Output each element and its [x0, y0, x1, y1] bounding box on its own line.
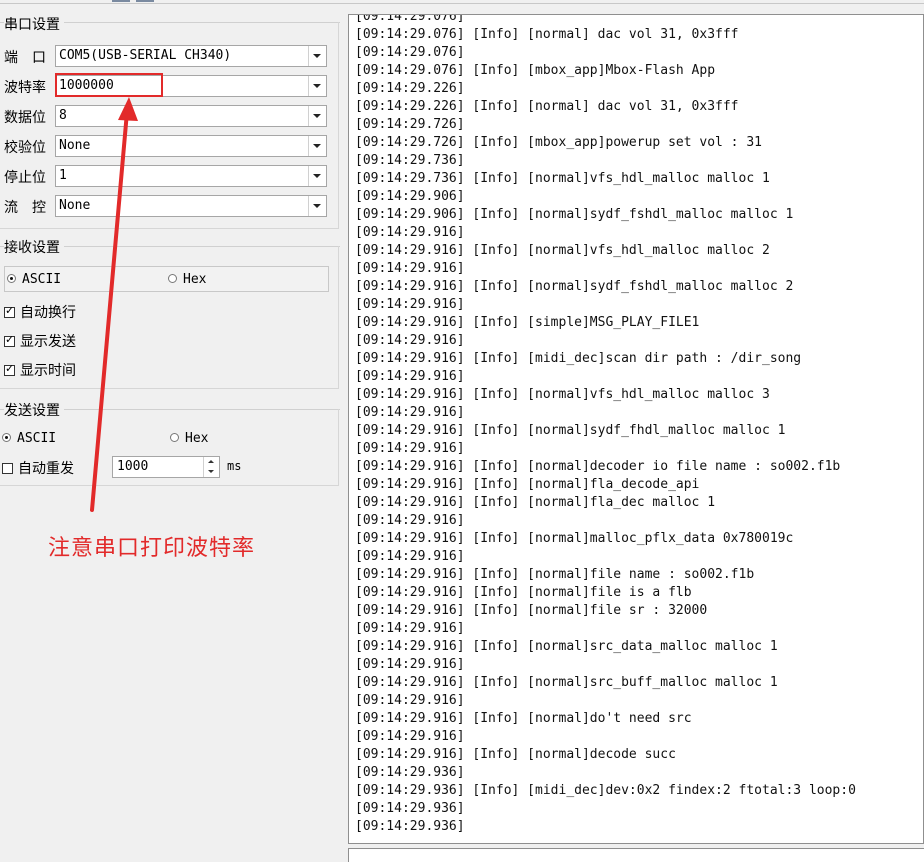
log-line: [09:14:29.916] [Info] [normal]file is a …	[355, 585, 692, 600]
log-line: [09:14:29.916]	[355, 657, 465, 672]
log-line: [09:14:29.906] [Info] [normal]sydf_fshdl…	[355, 207, 794, 222]
log-line: [09:14:29.916] [Info] [normal]sydf_fhdl_…	[355, 423, 786, 438]
log-line: [09:14:29.916] [Info] [simple]MSG_PLAY_F…	[355, 315, 700, 330]
log-line: [09:14:29.736] [Info] [normal]vfs_hdl_ma…	[355, 171, 770, 186]
log-line: [09:14:29.916]	[355, 333, 465, 348]
log-line: [09:14:29.936]	[355, 819, 465, 834]
log-line: [09:14:29.936]	[355, 801, 465, 816]
send-input-area[interactable]	[348, 848, 924, 862]
log-line: [09:14:29.076] [Info] [mbox_app]Mbox-Fla…	[355, 63, 716, 78]
log-line: [09:14:29.916] [Info] [normal]sydf_fshdl…	[355, 279, 794, 294]
log-line: [09:14:29.916]	[355, 261, 465, 276]
annotation-text: 注意串口打印波特率	[48, 536, 256, 561]
log-line: [09:14:29.916]	[355, 441, 465, 456]
log-line: [09:14:29.916]	[355, 225, 465, 240]
log-line: [09:14:29.906]	[355, 189, 465, 204]
log-line: [09:14:29.226]	[355, 81, 465, 96]
log-line: [09:14:29.736]	[355, 153, 465, 168]
receive-settings-group	[0, 246, 339, 389]
log-line: [09:14:29.076] [Info] [normal] dac vol 3…	[355, 27, 739, 42]
log-line: [09:14:29.916]	[355, 693, 465, 708]
log-line: [09:14:29.916]	[355, 621, 465, 636]
log-line: [09:14:29.916] [Info] [normal]file sr : …	[355, 603, 708, 618]
log-line: [09:14:29.916] [Info] [normal]decoder io…	[355, 459, 841, 474]
log-line: [09:14:29.916] [Info] [normal]decode suc…	[355, 747, 676, 762]
log-line: [09:14:29.916]	[355, 549, 465, 564]
log-line: [09:14:29.076]	[355, 45, 465, 60]
log-line: [09:14:29.916] [Info] [normal]fla_decode…	[355, 477, 700, 492]
log-line: [09:14:29.916]	[355, 405, 465, 420]
log-line: [09:14:29.916] [Info] [normal]src_data_m…	[355, 639, 778, 654]
log-line: [09:14:29.916]	[355, 513, 465, 528]
log-text: [09:14:29.076] [09:14:29.076] [Info] [nor…	[355, 14, 856, 836]
log-line: [09:14:29.226] [Info] [normal] dac vol 3…	[355, 99, 739, 114]
log-line: [09:14:29.916]	[355, 297, 465, 312]
log-line: [09:14:29.916] [Info] [normal]src_buff_m…	[355, 675, 778, 690]
log-line: [09:14:29.916] [Info] [midi_dec]scan dir…	[355, 351, 802, 366]
log-line: [09:14:29.916] [Info] [normal]vfs_hdl_ma…	[355, 387, 770, 402]
log-line: [09:14:29.076]	[355, 14, 465, 24]
settings-panel: 串口设置 端 口 COM5(USB-SERIAL CH340) 波特率 1000…	[0, 0, 340, 862]
serial-settings-group	[0, 22, 339, 229]
log-line: [09:14:29.916] [Info] [normal]do't need …	[355, 711, 692, 726]
log-line: [09:14:29.916] [Info] [normal]fla_dec ma…	[355, 495, 716, 510]
log-line: [09:14:29.936]	[355, 765, 465, 780]
log-line: [09:14:29.916]	[355, 369, 465, 384]
log-line: [09:14:29.916] [Info] [normal]file name …	[355, 567, 755, 582]
log-line: [09:14:29.916] [Info] [normal]malloc_pfl…	[355, 531, 794, 546]
log-line: [09:14:29.726]	[355, 117, 465, 132]
log-line: [09:14:29.936] [Info] [midi_dec]dev:0x2 …	[355, 783, 856, 798]
receive-output-area[interactable]: [09:14:29.076] [09:14:29.076] [Info] [nor…	[348, 14, 924, 844]
log-line: [09:14:29.726] [Info] [mbox_app]powerup …	[355, 135, 762, 150]
send-settings-group	[0, 409, 339, 486]
log-line: [09:14:29.916] [Info] [normal]vfs_hdl_ma…	[355, 243, 770, 258]
log-line: [09:14:29.916]	[355, 729, 465, 744]
